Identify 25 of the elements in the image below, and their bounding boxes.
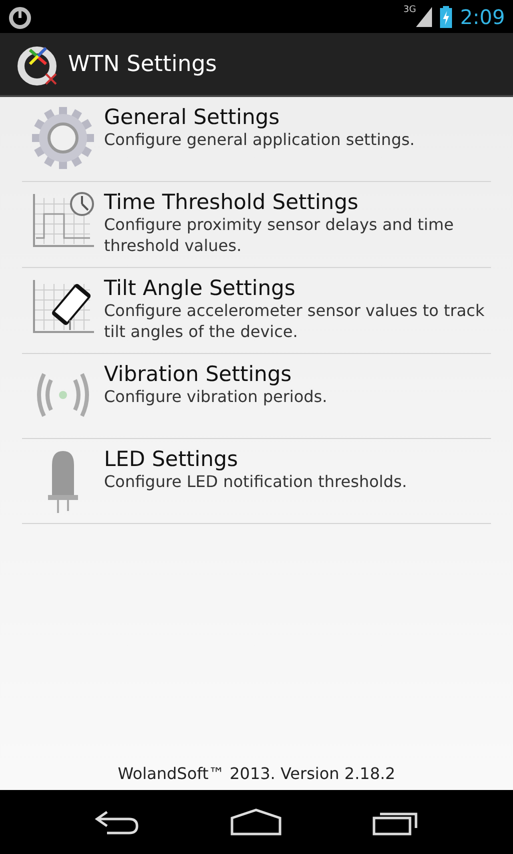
setting-summary: Configure accelerometer sensor values to track tilt angles of the device. <box>104 300 486 343</box>
gear-icon <box>30 105 96 171</box>
setting-title: LED Settings <box>104 446 239 472</box>
signal-icon <box>416 6 432 26</box>
setting-summary: Configure general application settings. <box>104 130 416 151</box>
network-type-label: 3G <box>403 4 416 17</box>
setting-title: Vibration Settings <box>104 362 293 387</box>
setting-title: Time Threshold Settings <box>104 190 360 216</box>
settings-item[interactable]: Vibration Settings Configure vibration periods. <box>22 354 491 439</box>
setting-summary: Configure LED notification thresholds. <box>104 472 408 493</box>
settings-item[interactable]: Tilt Angle Settings Configure accelerometer sensor values to track tilt angles of the device. <box>22 268 491 354</box>
setting-summary: Configure proximity sensor delays and time threshold values. <box>104 215 455 257</box>
setting-title: General Settings <box>104 105 281 130</box>
timer-app-icon <box>8 4 32 28</box>
app-title: WTN Settings <box>68 50 217 78</box>
clock-time: 2:09 <box>460 4 505 30</box>
home-icon[interactable] <box>230 808 282 836</box>
settings-item[interactable]: Time Threshold Settings Configure proximity sensor delays and time threshold values. <box>22 182 491 268</box>
settings-item[interactable]: General Settings Configure general application settings. <box>22 97 491 182</box>
back-icon[interactable] <box>92 808 141 836</box>
setting-title: Tilt Angle Settings <box>104 276 296 301</box>
settings-item[interactable]: LED Settings Configure LED notification thresholds. <box>22 438 491 524</box>
battery-icon <box>440 6 452 28</box>
footer-text: WolandSoft™ 2013. Version 2.18.2 <box>118 764 396 783</box>
setting-summary: Configure vibration periods. <box>104 386 328 408</box>
